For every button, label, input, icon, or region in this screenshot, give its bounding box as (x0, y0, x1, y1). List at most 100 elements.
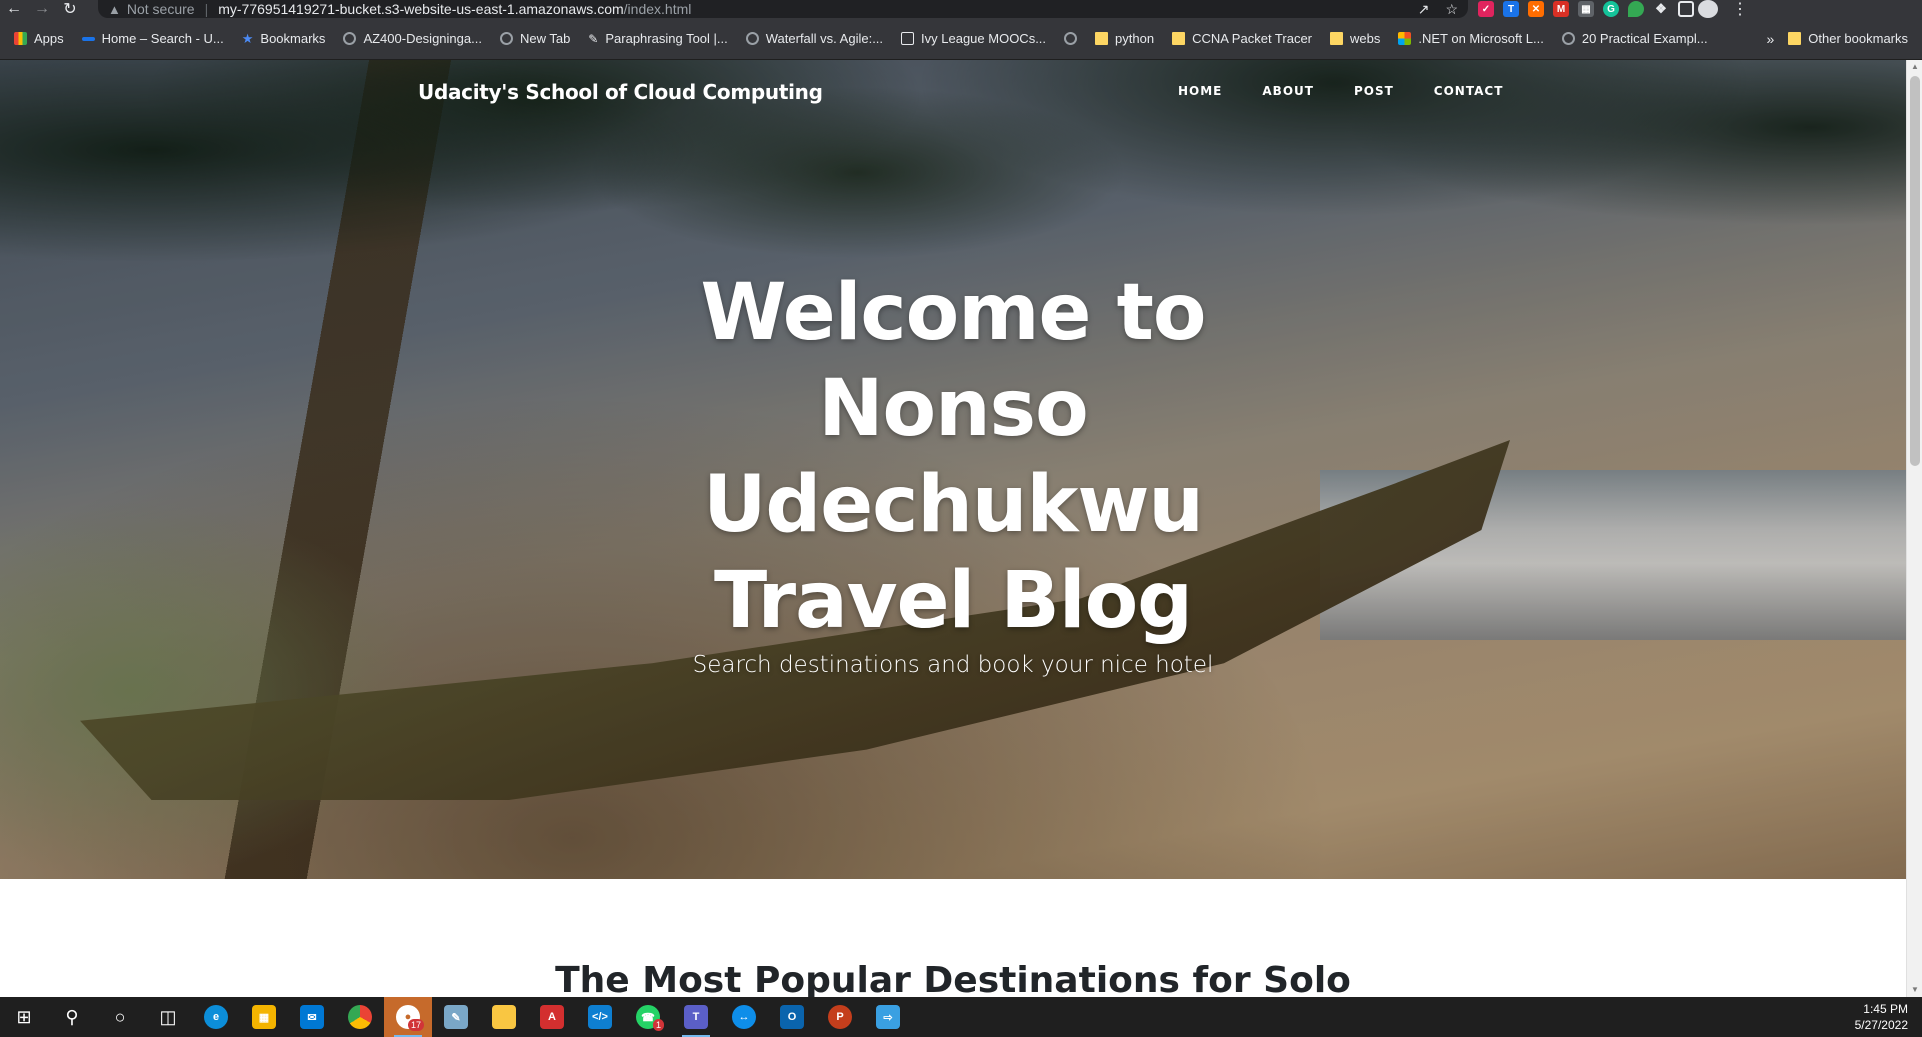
bookmark-folder-python[interactable]: python (1095, 31, 1154, 46)
bookmark-label: Ivy League MOOCs... (921, 31, 1047, 46)
location-extension-icon[interactable] (1628, 1, 1644, 17)
hero-section: Udacity's School of Cloud Computing HOME… (0, 60, 1906, 879)
task-view-button[interactable]: ◫ (144, 997, 192, 1037)
bookmark-label: Home – Search - U... (101, 31, 224, 46)
other-bookmarks-folder[interactable]: Other bookmarks (1788, 31, 1908, 46)
bookmark-20-practical[interactable]: 20 Practical Exampl... (1561, 31, 1708, 46)
site-brand-link[interactable]: Udacity's School of Cloud Computing (418, 80, 823, 104)
globe-icon (499, 32, 513, 45)
taskbar-mail[interactable]: ✉ (288, 997, 336, 1037)
browser-toolbar: ← → ↻ ▲ Not secure | my-776951419271-buc… (0, 0, 1922, 18)
clock-date: 5/27/2022 (1854, 1018, 1908, 1032)
system-clock[interactable]: 1:45 PM 5/27/2022 (1855, 1001, 1908, 1033)
extensions-bar: ✓ T ✕ M ▦ G ❖ (1478, 1, 1694, 17)
mail-extension-icon[interactable]: M (1553, 1, 1569, 17)
share-icon[interactable]: ↗ (1418, 1, 1430, 18)
bookmark-untitled[interactable] (1064, 32, 1078, 45)
scroll-down-arrow-icon[interactable]: ▼ (1907, 983, 1922, 997)
bookmark-label: python (1115, 31, 1155, 46)
nav-home-link[interactable]: HOME (1178, 84, 1222, 98)
store-icon: ▦ (252, 1005, 276, 1029)
taskbar-outlook[interactable]: O (768, 997, 816, 1037)
nav-contact-link[interactable]: CONTACT (1434, 84, 1504, 98)
reload-icon[interactable]: ↻ (56, 0, 84, 18)
orange-extension-icon[interactable]: ✕ (1528, 1, 1544, 17)
omnibox-divider: | (204, 1, 209, 17)
address-bar[interactable]: ▲ Not secure | my-776951419271-bucket.s3… (98, 0, 1468, 18)
windows-logo-icon: ⊞ (16, 1006, 32, 1027)
bookmark-label: webs (1350, 31, 1381, 46)
taskbar-vscode[interactable]: </> (576, 997, 624, 1037)
bookmark-waterfall-agile[interactable]: Waterfall vs. Agile:... (745, 31, 883, 46)
clock-time: 1:45 PM (1863, 1002, 1908, 1016)
back-arrow-icon[interactable]: ← (0, 0, 28, 18)
pocket-extension-icon[interactable]: ✓ (1478, 1, 1494, 17)
bookmarks-bar: Apps Home – Search - U... ★ Bookmarks AZ… (0, 18, 1922, 60)
taskbar-store[interactable]: ▦ (240, 997, 288, 1037)
chart-extension-icon[interactable]: ▦ (1578, 1, 1594, 17)
search-button[interactable]: ⚲ (48, 997, 96, 1037)
bookmark-label: CCNA Packet Tracer (1192, 31, 1313, 46)
bookmark-bookmarks[interactable]: ★ Bookmarks (242, 31, 326, 47)
side-panel-icon[interactable] (1678, 1, 1694, 17)
powerpoint-icon: P (828, 1005, 852, 1029)
grammarly-extension-icon[interactable]: G (1603, 1, 1619, 17)
site-icon (901, 32, 915, 45)
translate-extension-icon[interactable]: T (1503, 1, 1519, 17)
bookmark-new-tab[interactable]: New Tab (499, 31, 571, 46)
profile-avatar[interactable] (1698, 0, 1718, 18)
folder-icon (1095, 32, 1109, 45)
taskbar-edge[interactable]: e (192, 997, 240, 1037)
page-scrollbar[interactable]: ▲ ▼ (1906, 60, 1922, 997)
warning-triangle-icon: ▲ (108, 1, 121, 17)
taskbar-remote-desktop[interactable]: ⇨ (864, 997, 912, 1037)
puzzle-extensions-icon[interactable]: ❖ (1653, 1, 1669, 17)
vscode-icon: </> (588, 1005, 612, 1029)
bookmark-paraphrasing-tool[interactable]: ✎ Paraphrasing Tool |... (588, 31, 727, 46)
hero-title-line: Welcome to (700, 268, 1207, 358)
cortana-button[interactable]: ○ (96, 997, 144, 1037)
security-indicator[interactable]: ▲ Not secure (108, 1, 195, 17)
bookmark-apps[interactable]: Apps (14, 31, 64, 46)
taskbar-teams[interactable]: T (672, 997, 720, 1037)
nav-about-link[interactable]: ABOUT (1262, 84, 1314, 98)
taskbar-notepad[interactable]: ✎ (432, 997, 480, 1037)
globe-icon (343, 32, 357, 45)
bookmark-label: New Tab (519, 31, 571, 46)
scroll-up-arrow-icon[interactable]: ▲ (1907, 60, 1922, 74)
taskbar-whatsapp[interactable]: ☎ 1 (624, 997, 672, 1037)
nav-post-link[interactable]: POST (1354, 84, 1394, 98)
bookmark-ivy-league[interactable]: Ivy League MOOCs... (901, 31, 1046, 46)
taskbar-file-explorer[interactable] (480, 997, 528, 1037)
quill-icon: ✎ (588, 31, 599, 46)
bookmark-folder-webs[interactable]: webs (1330, 31, 1380, 46)
teamviewer-icon: ↔ (732, 1005, 756, 1029)
taskbar-chrome[interactable] (336, 997, 384, 1037)
bookmark-home-search[interactable]: Home – Search - U... (81, 31, 224, 46)
globe-icon (745, 32, 759, 45)
taskbar-powerpoint[interactable]: P (816, 997, 864, 1037)
browser-menu-icon[interactable]: ⋮ (1732, 0, 1748, 19)
scrollbar-thumb[interactable] (1910, 76, 1920, 466)
taskbar-chrome-active[interactable]: ● 17 (384, 997, 432, 1037)
notification-badge: 17 (407, 1019, 424, 1031)
search-icon: ⚲ (65, 1006, 79, 1027)
hero-title-line: Udechukwu (703, 460, 1204, 550)
star-icon: ★ (241, 30, 254, 46)
globe-icon (1064, 32, 1078, 45)
bookmark-dotnet[interactable]: .NET on Microsoft L... (1398, 31, 1544, 46)
security-label: Not secure (126, 1, 195, 17)
outlook-icon: O (780, 1005, 804, 1029)
bookmark-az400[interactable]: AZ400-Designinga... (343, 31, 482, 46)
more-bookmarks-chevron-icon[interactable]: » (1767, 31, 1775, 47)
windows-taskbar: ⊞ ⚲ ○ ◫ e ▦ ✉ ● 17 ✎ A </> ☎ 1 T ↔ O P ⇨… (0, 997, 1922, 1037)
bookmark-folder-ccna[interactable]: CCNA Packet Tracer (1172, 31, 1312, 46)
start-button[interactable]: ⊞ (0, 997, 48, 1037)
hero-title: Welcome to Nonso Udechukwu Travel Blog (600, 265, 1306, 649)
taskbar-acrobat[interactable]: A (528, 997, 576, 1037)
forward-arrow-icon[interactable]: → (28, 0, 56, 18)
url-path: /index.html (623, 1, 692, 17)
task-view-icon: ◫ (159, 1006, 177, 1027)
taskbar-teamviewer[interactable]: ↔ (720, 997, 768, 1037)
bookmark-star-icon[interactable]: ☆ (1445, 1, 1458, 18)
